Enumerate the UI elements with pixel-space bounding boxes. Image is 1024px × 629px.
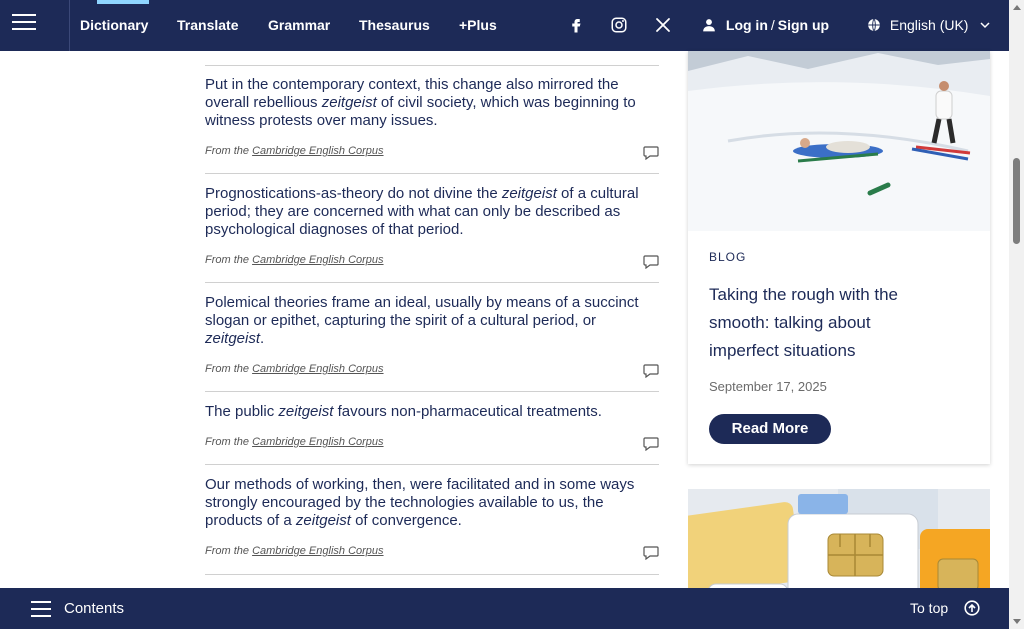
example-source: From the Cambridge English Corpus xyxy=(205,545,659,557)
to-top-link[interactable]: To top xyxy=(910,600,948,616)
contents-menu-icon[interactable] xyxy=(31,601,51,617)
source-link[interactable]: Cambridge English Corpus xyxy=(252,145,383,157)
example-source: From the Cambridge English Corpus xyxy=(205,436,659,448)
example-item: Put in the contemporary context, this ch… xyxy=(205,76,659,160)
divider xyxy=(205,65,659,66)
source-prefix: From the xyxy=(205,145,250,157)
example-source: From the Cambridge English Corpus xyxy=(205,363,659,375)
facebook-icon[interactable] xyxy=(567,16,587,36)
source-prefix: From the xyxy=(205,545,250,557)
comment-icon[interactable] xyxy=(643,437,659,451)
nav-thesaurus[interactable]: Thesaurus xyxy=(359,17,430,33)
example-sentence: The public zeitgeist favours non-pharmac… xyxy=(205,403,602,420)
signup-link[interactable]: Sign up xyxy=(778,17,829,33)
comment-icon[interactable] xyxy=(643,146,659,160)
nav-divider xyxy=(69,0,70,51)
nav-dictionary[interactable]: Dictionary xyxy=(80,17,148,33)
language-label: English (UK) xyxy=(889,17,969,33)
divider xyxy=(205,282,659,283)
source-link[interactable]: Cambridge English Corpus xyxy=(252,436,383,448)
divider xyxy=(205,173,659,174)
divider xyxy=(205,391,659,392)
page-scrollbar[interactable] xyxy=(1009,0,1024,629)
source-prefix: From the xyxy=(205,254,250,266)
source-prefix: From the xyxy=(205,363,250,375)
blog-label: BLOG xyxy=(709,250,747,264)
example-sentence: Prognostications-as-theory do not divine… xyxy=(205,185,639,238)
scroll-thumb[interactable] xyxy=(1013,158,1020,244)
scroll-down-arrow[interactable] xyxy=(1013,619,1021,624)
example-source: From the Cambridge English Corpus xyxy=(205,254,659,266)
login-separator: / xyxy=(770,17,775,33)
menu-icon[interactable] xyxy=(12,14,36,34)
comment-icon[interactable] xyxy=(643,546,659,560)
example-sentence: Our methods of working, then, were facil… xyxy=(205,476,635,529)
source-link[interactable]: Cambridge English Corpus xyxy=(252,254,383,266)
example-sentence: Polemical theories frame an ideal, usual… xyxy=(205,294,639,347)
login-link[interactable]: Log in xyxy=(726,17,768,33)
globe-icon xyxy=(868,18,880,32)
example-item: The public zeitgeist favours non-pharmac… xyxy=(205,403,659,451)
example-item: Prognostications-as-theory do not divine… xyxy=(205,185,659,269)
divider xyxy=(205,574,659,575)
source-prefix: From the xyxy=(205,436,250,448)
source-link[interactable]: Cambridge English Corpus xyxy=(252,363,383,375)
language-selector[interactable]: English (UK) xyxy=(867,17,991,33)
active-tab-indicator xyxy=(97,0,149,4)
comment-icon[interactable] xyxy=(643,255,659,269)
nav-translate[interactable]: Translate xyxy=(177,17,238,33)
source-link[interactable]: Cambridge English Corpus xyxy=(252,545,383,557)
comment-icon[interactable] xyxy=(643,364,659,378)
arrow-up-circle-icon[interactable] xyxy=(964,600,980,616)
example-source: From the Cambridge English Corpus xyxy=(205,145,659,157)
contents-link[interactable]: Contents xyxy=(64,600,124,617)
nav-plus[interactable]: +Plus xyxy=(459,17,497,33)
blog-image[interactable] xyxy=(688,51,990,231)
top-navigation: Dictionary Translate Grammar Thesaurus +… xyxy=(0,0,1009,51)
read-more-button[interactable]: Read More xyxy=(709,414,831,444)
divider xyxy=(205,464,659,465)
example-item: Polemical theories frame an ideal, usual… xyxy=(205,294,659,378)
chevron-down-icon xyxy=(980,22,990,29)
user-icon xyxy=(703,19,715,32)
example-sentence: Put in the contemporary context, this ch… xyxy=(205,76,636,129)
blog-date: September 17, 2025 xyxy=(709,379,827,394)
example-item: Our methods of working, then, were facil… xyxy=(205,476,659,560)
blog-card: BLOG Taking the rough with the smooth: t… xyxy=(688,51,990,464)
nav-grammar[interactable]: Grammar xyxy=(268,17,330,33)
bottom-bar: Contents To top xyxy=(0,588,1009,629)
x-twitter-icon[interactable] xyxy=(654,16,674,36)
blog-title-link[interactable]: Taking the rough with the smooth: talkin… xyxy=(709,281,941,365)
scroll-up-arrow[interactable] xyxy=(1013,5,1021,10)
account-links: Log in / Sign up xyxy=(702,17,829,33)
instagram-icon[interactable] xyxy=(610,16,630,36)
